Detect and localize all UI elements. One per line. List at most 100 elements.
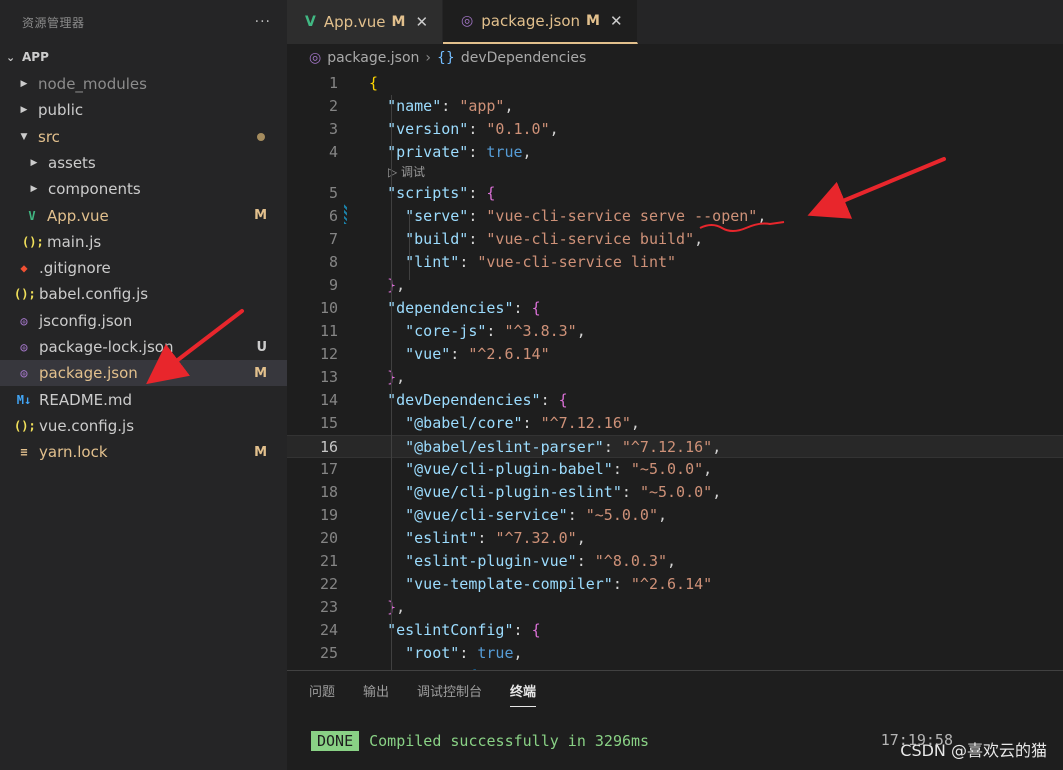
tree-item-src[interactable]: ▼ src (0, 124, 287, 150)
indent-guide (391, 95, 392, 670)
code-line[interactable]: 22 "vue-template-compiler": "^2.6.14" (287, 573, 1063, 596)
tree-item-label: README.md (39, 390, 133, 409)
dirty-diff-gutter-marker[interactable] (344, 204, 347, 224)
line-number: 4 (328, 143, 338, 161)
line-number: 16 (319, 438, 338, 456)
tree-item-assets[interactable]: ▶ assets (0, 150, 287, 176)
tree-item-readme-md[interactable]: M↓ README.md (0, 387, 287, 413)
vue-file-icon: V (305, 14, 316, 30)
code-text: }, (387, 598, 406, 616)
debug-codelens[interactable]: ▷ 调试 (388, 163, 425, 182)
tree-item-public[interactable]: ▶ public (0, 97, 287, 123)
line-number: 17 (319, 460, 338, 478)
code-line[interactable]: 20 "eslint": "^7.32.0", (287, 527, 1063, 550)
code-line[interactable]: 15 "@babel/core": "^7.12.16", (287, 412, 1063, 435)
workspace-section-header[interactable]: ⌄ APP (0, 44, 287, 70)
modified-dot-badge (257, 132, 265, 141)
panel-tabs: 问题 输出 调试控制台 终端 (287, 671, 1063, 715)
chevron-right-icon: ▶ (20, 79, 28, 89)
line-number: 15 (319, 414, 338, 432)
line-number: 21 (319, 552, 338, 570)
tree-item-app-vue[interactable]: V App.vue M (0, 203, 287, 229)
code-line[interactable]: 11 "core-js": "^3.8.3", (287, 320, 1063, 343)
code-line[interactable]: 10 "dependencies": { (287, 297, 1063, 320)
lock-file-icon: ≡ (20, 445, 28, 460)
json-file-icon: ◎ (461, 13, 474, 29)
code-line[interactable]: 17 "@vue/cli-plugin-babel": "~5.0.0", (287, 458, 1063, 481)
tree-item-jsconfig-json[interactable]: ◎ jsconfig.json (0, 308, 287, 334)
code-line[interactable]: 1{ (287, 72, 1063, 95)
breadcrumb: ◎ package.json › {} devDependencies (287, 44, 1063, 72)
panel-tab[interactable]: 问题 (309, 671, 335, 715)
code-text: "@vue/cli-plugin-eslint": "~5.0.0", (405, 483, 722, 501)
git-status-badge: M (254, 208, 267, 223)
tree-item-package-lock-json[interactable]: ◎ package-lock.json U (0, 334, 287, 360)
js-file-icon: (); (22, 234, 44, 249)
tree-item-vue-config-js[interactable]: (); vue.config.js (0, 413, 287, 439)
chevron-right-icon: ▶ (30, 157, 38, 168)
terminal-output-line: DONE Compiled successfully in 3296ms (311, 731, 649, 751)
line-number: 20 (319, 529, 338, 547)
code-text: "eslintConfig": { (387, 621, 541, 639)
code-line[interactable]: 13 }, (287, 366, 1063, 389)
codelens-label: 调试 (401, 165, 426, 179)
code-line[interactable]: 8 "lint": "vue-cli-service lint" (287, 251, 1063, 274)
breadcrumb-file[interactable]: package.json (327, 50, 419, 66)
chevron-right-icon: ▶ (30, 184, 38, 195)
more-actions-icon[interactable]: ··· (255, 14, 271, 30)
vue-file-icon: V (28, 208, 36, 223)
close-icon[interactable]: ✕ (610, 12, 623, 30)
tree-item-components[interactable]: ▶ components (0, 176, 287, 202)
tree-item-yarn-lock[interactable]: ≡ yarn.lock M (0, 439, 287, 465)
code-text: "@vue/cli-plugin-babel": "~5.0.0", (405, 460, 713, 478)
code-line[interactable]: 7 "build": "vue-cli-service build", (287, 228, 1063, 251)
code-editor[interactable]: 1{2 "name": "app", 3 "version": "0.1.0", 4… (287, 72, 1063, 670)
git-status-badge: M (254, 365, 267, 381)
code-line[interactable]: 2 "name": "app", (287, 95, 1063, 118)
tree-item-label: .gitignore (39, 259, 111, 278)
code-text: "private": true, (387, 143, 532, 161)
code-text: "version": "0.1.0", (387, 120, 559, 138)
tree-item--gitignore[interactable]: ◆ .gitignore (0, 255, 287, 281)
code-line[interactable]: 19 "@vue/cli-service": "~5.0.0", (287, 504, 1063, 527)
tree-item-label: package.json (39, 364, 138, 383)
line-number: 18 (319, 483, 338, 501)
code-line[interactable]: 24 "eslintConfig": { (287, 619, 1063, 642)
line-number: 23 (319, 598, 338, 616)
code-line[interactable]: 14 "devDependencies": { (287, 389, 1063, 412)
tree-item-package-json[interactable]: ◎ package.json M (0, 360, 287, 387)
workspace-name: APP (22, 50, 49, 64)
code-line[interactable]: 25 "root": true, (287, 642, 1063, 665)
breadcrumb-symbol[interactable]: devDependencies (461, 50, 586, 66)
code-text: "lint": "vue-cli-service lint" (405, 253, 677, 271)
close-icon[interactable]: ✕ (415, 13, 428, 31)
line-number: 25 (319, 644, 338, 662)
code-line[interactable]: 21 "eslint-plugin-vue": "^8.0.3", (287, 550, 1063, 573)
panel-tab[interactable]: 调试控制台 (417, 671, 482, 715)
code-line[interactable]: 6 "serve": "vue-cli-service serve --open… (287, 205, 1063, 228)
code-text: "vue": "^2.6.14" (405, 345, 550, 363)
code-line[interactable]: 5 "scripts": { (287, 182, 1063, 205)
code-text: { (369, 74, 379, 92)
tree-item-label: node_modules (38, 75, 147, 93)
code-line[interactable]: 4 "private": true, (287, 141, 1063, 164)
js-file-icon: (); (14, 418, 36, 433)
code-line[interactable]: 16 "@babel/eslint-parser": "^7.12.16", (287, 435, 1063, 458)
code-line[interactable]: 3 "version": "0.1.0", (287, 118, 1063, 141)
tree-item-babel-config-js[interactable]: (); babel.config.js (0, 281, 287, 307)
tab-package-json[interactable]: ◎ package.json M ✕ (443, 0, 638, 44)
tree-item-label: vue.config.js (39, 416, 135, 435)
tree-item-node-modules[interactable]: ▶ node_modules (0, 71, 287, 97)
code-line[interactable]: 23 }, (287, 596, 1063, 619)
markdown-file-icon: M↓ (16, 392, 32, 407)
code-text: }, (387, 276, 406, 294)
tree-item-main-js[interactable]: (); main.js (0, 229, 287, 255)
panel-tab[interactable]: 终端 (510, 671, 537, 715)
code-line[interactable]: 12 "vue": "^2.6.14" (287, 343, 1063, 366)
panel-tab[interactable]: 输出 (363, 671, 389, 715)
code-line[interactable]: 18 "@vue/cli-plugin-eslint": "~5.0.0", (287, 481, 1063, 504)
tree-item-label: package-lock.json (39, 338, 174, 356)
line-number: 11 (319, 322, 338, 340)
tab-app-vue[interactable]: V App.vue M ✕ (287, 0, 444, 44)
code-line[interactable]: 9 }, (287, 274, 1063, 297)
